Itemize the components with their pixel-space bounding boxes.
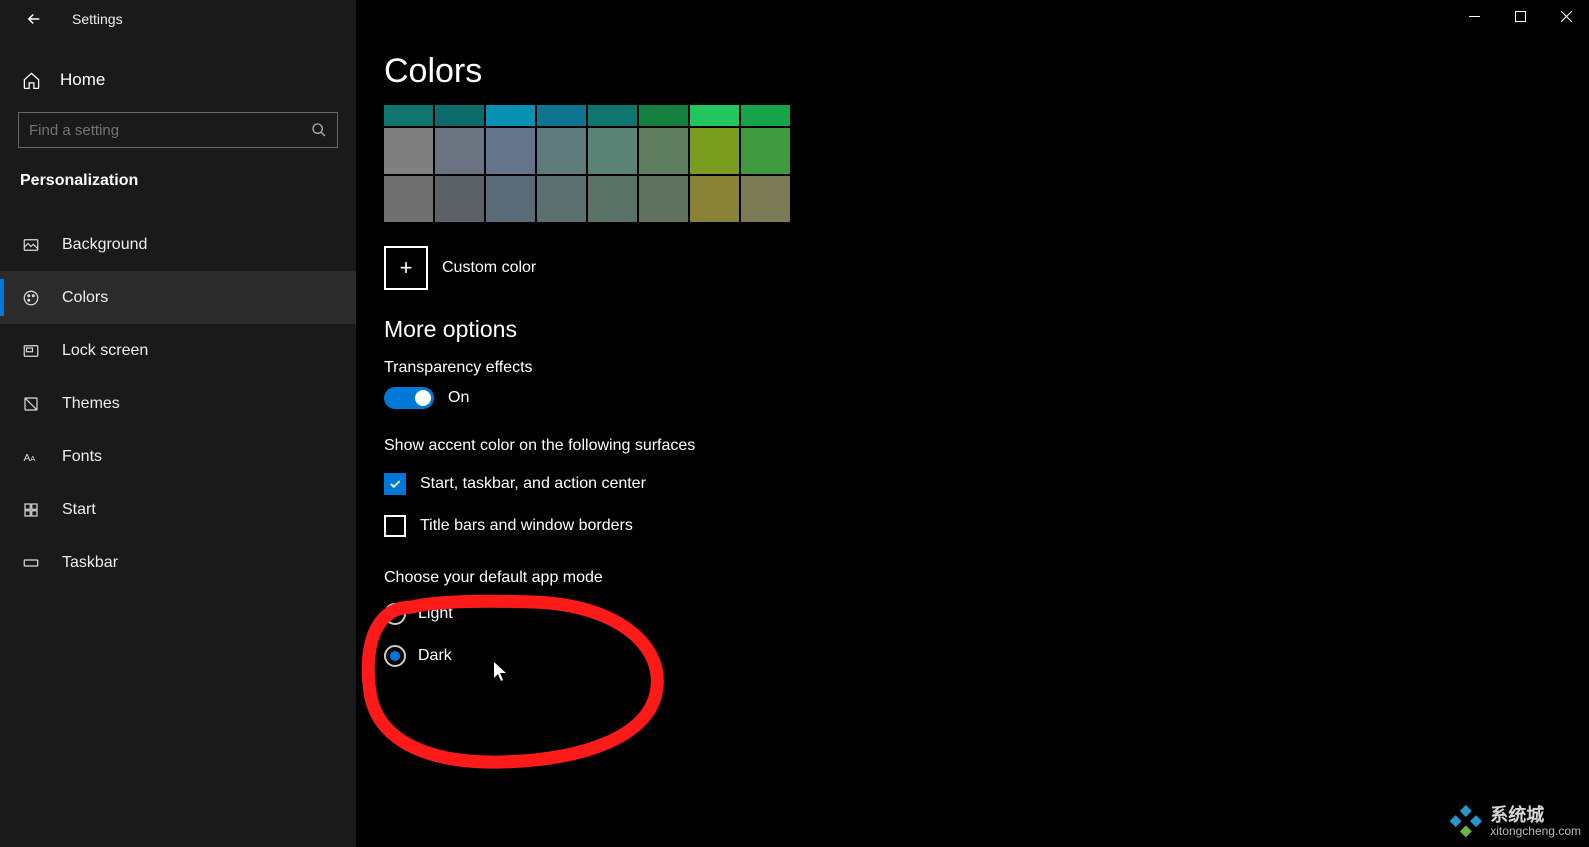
sidebar-item-themes[interactable]: Themes bbox=[0, 377, 356, 430]
sidebar-item-label: Taskbar bbox=[62, 554, 118, 572]
sidebar-item-label: Themes bbox=[62, 395, 120, 413]
color-swatch[interactable] bbox=[741, 176, 790, 222]
themes-icon bbox=[20, 395, 42, 413]
search-input[interactable] bbox=[18, 112, 338, 148]
category-title: Personalization bbox=[0, 154, 356, 200]
color-swatch[interactable] bbox=[690, 176, 739, 222]
color-swatch[interactable] bbox=[741, 128, 790, 174]
color-swatch[interactable] bbox=[639, 105, 688, 126]
radio-dark[interactable]: Dark bbox=[384, 645, 1589, 667]
sidebar-item-lockscreen[interactable]: Lock screen bbox=[0, 324, 356, 377]
window-controls bbox=[1451, 0, 1589, 32]
color-swatch[interactable] bbox=[741, 105, 790, 126]
checkbox-titlebars-label: Title bars and window borders bbox=[420, 517, 633, 535]
arrow-left-icon bbox=[25, 10, 43, 28]
more-options-heading: More options bbox=[384, 316, 1589, 343]
svg-text:A: A bbox=[24, 451, 31, 463]
picture-icon bbox=[20, 236, 42, 254]
watermark: 系统城 xitongcheng.com bbox=[1448, 805, 1581, 839]
toggle-thumb bbox=[415, 390, 431, 406]
color-swatch[interactable] bbox=[384, 176, 433, 222]
color-swatch[interactable] bbox=[537, 105, 586, 126]
maximize-button[interactable] bbox=[1497, 0, 1543, 32]
page-title: Colors bbox=[384, 52, 1589, 91]
sidebar-item-background[interactable]: Background bbox=[0, 218, 356, 271]
home-label: Home bbox=[60, 70, 105, 90]
close-icon bbox=[1561, 11, 1572, 22]
color-swatch[interactable] bbox=[588, 176, 637, 222]
search-field[interactable] bbox=[29, 122, 311, 139]
palette-icon bbox=[20, 289, 42, 307]
svg-text:A: A bbox=[30, 453, 35, 462]
sidebar-item-label: Background bbox=[62, 236, 147, 254]
maximize-icon bbox=[1515, 11, 1526, 22]
radio-light-label: Light bbox=[418, 605, 453, 623]
color-swatch[interactable] bbox=[435, 105, 484, 126]
watermark-main: 系统城 bbox=[1490, 806, 1581, 826]
lockscreen-icon bbox=[20, 342, 42, 360]
back-button[interactable] bbox=[14, 0, 54, 38]
color-swatch[interactable] bbox=[537, 176, 586, 222]
custom-color-button[interactable]: + bbox=[384, 246, 428, 290]
color-swatch[interactable] bbox=[690, 105, 739, 126]
fonts-icon: AA bbox=[20, 448, 42, 466]
color-swatch[interactable] bbox=[435, 128, 484, 174]
sidebar-item-colors[interactable]: Colors bbox=[0, 271, 356, 324]
color-swatch[interactable] bbox=[384, 128, 433, 174]
color-swatch[interactable] bbox=[588, 105, 637, 126]
color-swatch[interactable] bbox=[537, 128, 586, 174]
sidebar-item-label: Fonts bbox=[62, 448, 102, 466]
color-swatch[interactable] bbox=[486, 176, 535, 222]
start-icon bbox=[20, 501, 42, 519]
radio-dark-label: Dark bbox=[418, 647, 452, 665]
checkbox-start-taskbar[interactable] bbox=[384, 473, 406, 495]
minimize-button[interactable] bbox=[1451, 0, 1497, 32]
color-swatches bbox=[384, 105, 1589, 222]
color-swatch[interactable] bbox=[486, 128, 535, 174]
sidebar-item-label: Start bbox=[62, 501, 96, 519]
color-swatch[interactable] bbox=[639, 176, 688, 222]
sidebar-item-label: Lock screen bbox=[62, 342, 148, 360]
window-title: Settings bbox=[72, 11, 123, 27]
sidebar-item-taskbar[interactable]: Taskbar bbox=[0, 536, 356, 589]
color-swatch[interactable] bbox=[588, 128, 637, 174]
sidebar-item-start[interactable]: Start bbox=[0, 483, 356, 536]
main-content: Colors + Custom color More options Trans… bbox=[356, 0, 1589, 847]
radio-button bbox=[384, 645, 406, 667]
checkmark-icon bbox=[388, 477, 402, 491]
checkbox-titlebars[interactable] bbox=[384, 515, 406, 537]
home-button[interactable]: Home bbox=[0, 58, 356, 102]
watermark-sub: xitongcheng.com bbox=[1490, 825, 1581, 838]
radio-light[interactable]: Light bbox=[384, 603, 1589, 625]
close-button[interactable] bbox=[1543, 0, 1589, 32]
watermark-logo-icon bbox=[1448, 805, 1482, 839]
app-mode-label: Choose your default app mode bbox=[384, 569, 1589, 587]
color-swatch[interactable] bbox=[639, 128, 688, 174]
checkbox-start-label: Start, taskbar, and action center bbox=[420, 475, 646, 493]
accent-surfaces-label: Show accent color on the following surfa… bbox=[384, 437, 1589, 455]
color-swatch[interactable] bbox=[486, 105, 535, 126]
color-swatch[interactable] bbox=[384, 105, 433, 126]
taskbar-icon bbox=[20, 554, 42, 572]
search-icon bbox=[311, 122, 327, 138]
titlebar: Settings bbox=[0, 0, 1589, 38]
sidebar: Home Personalization Background Colors L… bbox=[0, 0, 356, 847]
plus-icon: + bbox=[400, 255, 413, 281]
nav-list: Background Colors Lock screen Themes AA … bbox=[0, 218, 356, 589]
home-icon bbox=[20, 71, 42, 90]
color-swatch[interactable] bbox=[435, 176, 484, 222]
sidebar-item-fonts[interactable]: AA Fonts bbox=[0, 430, 356, 483]
transparency-toggle[interactable] bbox=[384, 387, 434, 409]
radio-button bbox=[384, 603, 406, 625]
custom-color-label: Custom color bbox=[442, 259, 536, 277]
color-swatch[interactable] bbox=[690, 128, 739, 174]
sidebar-item-label: Colors bbox=[62, 289, 108, 307]
minimize-icon bbox=[1469, 11, 1480, 22]
transparency-state: On bbox=[448, 389, 469, 407]
transparency-label: Transparency effects bbox=[384, 359, 1589, 377]
